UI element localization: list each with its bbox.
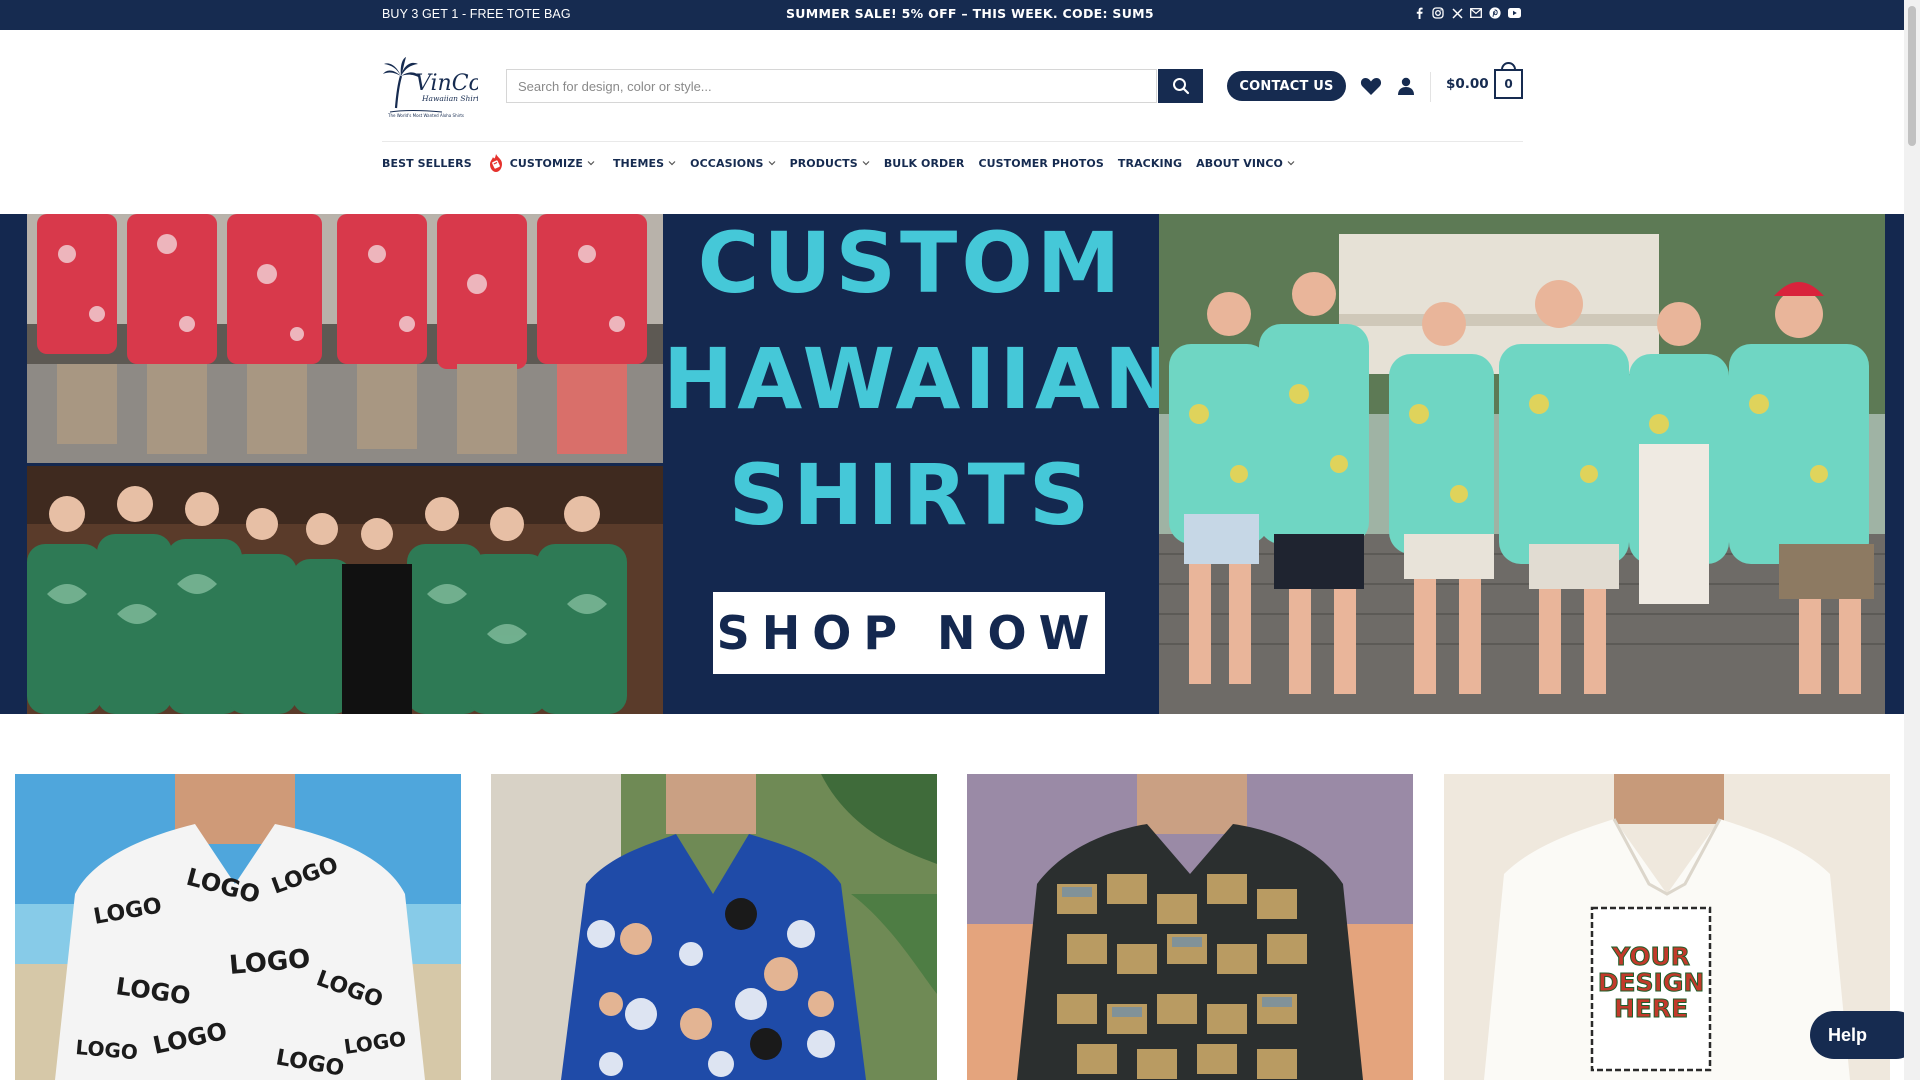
nav-label: THEMES [612,156,665,170]
product-card-photo-collage-shirt[interactable] [967,774,1413,1080]
nav-products[interactable]: PRODUCTS [790,157,870,170]
contact-us-button[interactable]: CONTACT US [1227,71,1346,101]
search-box [506,69,1157,103]
nav-label: PRODUCTS [789,156,858,170]
nav-themes[interactable]: THEMES [613,157,676,170]
nav-label: OCCASIONS [690,156,764,170]
nav-best-sellers[interactable]: BEST SELLERS [382,157,472,170]
wishlist-heart-icon[interactable] [1360,76,1382,96]
shop-now-button[interactable]: SHOP NOW [713,592,1105,674]
nav-customer-photos[interactable]: CUSTOMER PHOTOS [978,157,1103,170]
hero-banner[interactable]: CUSTOM HAWAIIAN SHIRTS SHOP NOW [0,214,1904,714]
social-links [1412,6,1521,20]
nav-divider [382,141,1523,142]
hero-title-line2: HAWAIIAN [663,330,1179,428]
hero-title-line1: CUSTOM [697,214,1125,312]
youtube-icon[interactable] [1507,6,1521,20]
chevron-down-icon [587,161,595,166]
product-card-logo-shirt[interactable]: LOGO LOGO LOGO LOGO LOGO LOGO LOGO LOGO … [15,774,461,1080]
nav-label: CUSTOMIZE [509,156,583,170]
site-header: VinCo Hawaiian Shirts The World's Most W… [382,52,1523,118]
nav-label: ABOUT VINCO [1196,156,1283,170]
product-image-face-floral-shirt [491,774,937,1080]
account-user-icon[interactable] [1396,76,1416,96]
promo-center-text: SUMMER SALE! 5% OFF – THIS WEEK. CODE: S… [786,6,1154,21]
search-button[interactable] [1158,69,1203,103]
nav-tracking[interactable]: TRACKING [1118,157,1182,170]
header-divider [1430,72,1431,102]
facebook-icon[interactable] [1412,6,1426,20]
product-grid: LOGO LOGO LOGO LOGO LOGO LOGO LOGO LOGO … [15,774,1890,1080]
pinterest-icon[interactable] [1488,6,1502,20]
your-design-here-text: YOUR DESIGN HERE [1597,942,1705,1023]
scrollbar-thumb[interactable] [1908,6,1916,146]
search-icon [1172,78,1189,95]
chevron-down-icon [1287,161,1295,166]
cart-count: 0 [1504,77,1513,91]
hero-group-photo-left [27,214,663,714]
search-input[interactable] [507,70,1119,102]
page-scrollbar[interactable] [1904,0,1920,1080]
nav-label: BEST SELLERS [382,156,472,170]
chevron-down-icon [668,161,676,166]
cart-bag-icon[interactable]: 0 [1494,69,1523,99]
logo-subtext: Hawaiian Shirts [421,94,478,103]
main-navigation: BEST SELLERS CUSTOMIZE THEMES OCCASIONS … [382,153,1295,173]
hero-title-line3: SHIRTS [728,446,1094,544]
x-icon[interactable] [1450,6,1464,20]
promo-left-text: BUY 3 GET 1 - FREE TOTE BAG [382,7,571,21]
nav-customize[interactable]: CUSTOMIZE [486,153,595,173]
chevron-down-icon [768,161,775,166]
nav-bulk-order[interactable]: BULK ORDER [884,157,965,170]
nav-label: BULK ORDER [883,156,965,170]
nav-label: CUSTOMER PHOTOS [978,156,1104,170]
product-image-logo-shirt: LOGO LOGO LOGO LOGO LOGO LOGO LOGO LOGO … [15,774,461,1080]
hero-group-photo-right [1159,214,1885,714]
chevron-down-icon [862,161,870,166]
email-icon[interactable] [1469,6,1483,20]
product-image-photo-collage-shirt [967,774,1413,1080]
product-card-face-floral-shirt[interactable] [491,774,937,1080]
nav-label: TRACKING [1117,156,1183,170]
logo-tagline: The World's Most Wanted Aloha Shirts [387,113,464,118]
nav-occasions[interactable]: OCCASIONS [690,157,775,170]
announcement-bar: BUY 3 GET 1 - FREE TOTE BAG SUMMER SALE!… [0,0,1904,30]
cart-total[interactable]: $0.00 [1446,76,1489,92]
customize-badge-icon [489,154,502,172]
logo-wordmark: VinCo [415,71,478,96]
site-logo[interactable]: VinCo Hawaiian Shirts The World's Most W… [382,56,483,118]
instagram-icon[interactable] [1431,6,1445,20]
nav-about-vinco[interactable]: ABOUT VINCO [1196,157,1295,170]
